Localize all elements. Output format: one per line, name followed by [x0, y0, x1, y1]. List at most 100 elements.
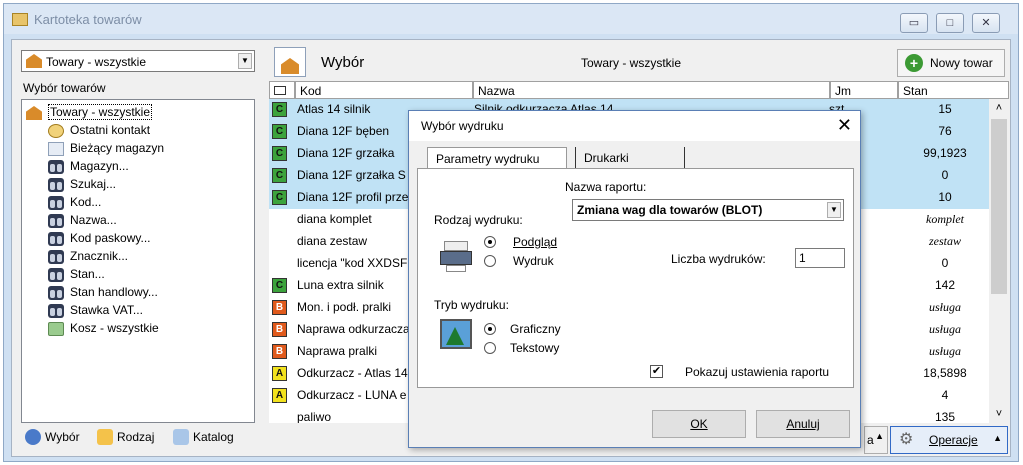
cell-stan: 0 [941, 168, 949, 182]
category-badge: C [272, 278, 287, 293]
category-badge: B [272, 344, 287, 359]
cell-kod: Diana 12F profil prze [297, 190, 409, 204]
scroll-down-icon[interactable]: ˅ [989, 405, 1009, 423]
section-label: Wybór towarów [23, 81, 106, 95]
select-all-icon [274, 86, 286, 95]
cell-stan: usługa [928, 322, 961, 336]
close-icon[interactable]: ✕ [837, 115, 852, 135]
chevron-up-icon: ▲ [993, 433, 1002, 443]
dialog-title-bar: Wybór wydruku ✕ [409, 111, 860, 141]
chevron-down-icon[interactable]: ▼ [827, 202, 841, 218]
column-jm[interactable]: Jm [830, 81, 898, 99]
category-badge: B [272, 322, 287, 337]
binoculars-icon [48, 250, 64, 264]
selection-tree: Towary - wszystkie Ostatni kontakt Bieżą… [21, 99, 255, 423]
ok-button[interactable]: OK [652, 410, 746, 438]
dialog-panel: Nazwa raportu: Zmiana wag dla towarów (B… [417, 168, 854, 388]
category-badge: C [272, 146, 287, 161]
title-bar: Kartoteka towarów ▭ □ ✕ [4, 4, 1018, 34]
cell-kod: Luna extra silnik [297, 278, 384, 292]
cell-kod: Diana 12F grzałka S [297, 168, 406, 182]
report-name-label: Nazwa raportu: [565, 180, 647, 194]
print-label: Wydruk [513, 254, 554, 268]
preview-label: Podgląd [513, 235, 558, 249]
column-stan[interactable]: Stan [898, 81, 1009, 99]
house-icon [26, 54, 42, 68]
print-radio[interactable] [484, 255, 496, 267]
grid-scrollbar[interactable]: ˄ ˅ [989, 99, 1009, 423]
column-nazwa[interactable]: Nazwa [473, 81, 830, 99]
cell-kod: Naprawa pralki [297, 344, 378, 358]
filter-combo-value: Towary - wszystkie [46, 55, 147, 69]
maximize-button[interactable]: □ [936, 13, 964, 33]
category-badge: B [272, 300, 287, 315]
cancel-button[interactable]: Anuluj [756, 410, 850, 438]
report-name-combo[interactable]: Zmiana wag dla towarów (BLOT) ▼ [572, 199, 844, 221]
cell-kod: paliwo [297, 410, 332, 423]
binoculars-icon [48, 286, 64, 300]
graphic-radio[interactable] [484, 323, 496, 335]
window-title: Kartoteka towarów [34, 12, 142, 27]
new-item-button[interactable]: + Nowy towar [897, 49, 1005, 77]
minimize-button[interactable]: ▭ [900, 13, 928, 33]
house-icon [26, 106, 42, 120]
binoculars-icon [48, 304, 64, 318]
cell-stan: 76 [938, 124, 952, 138]
show-settings-checkbox[interactable]: ✔ [650, 365, 663, 378]
cell-kod: diana komplet [297, 212, 372, 226]
plus-icon: + [905, 54, 923, 72]
magnifier-icon [25, 429, 41, 445]
cell-kod: Atlas 14 silnik [297, 102, 371, 116]
operations-button[interactable]: ⚙ Operacje ▲ [890, 426, 1008, 454]
cell-kod: Diana 12F grzałka [297, 146, 395, 160]
picture-icon [440, 319, 472, 349]
print-dialog: Wybór wydruku ✕ Parametry wydruku Drukar… [408, 110, 861, 448]
chevron-down-icon[interactable]: ▼ [238, 53, 252, 69]
filter-combo[interactable]: Towary - wszystkie ▼ [21, 50, 255, 72]
column-kod[interactable]: Kod [295, 81, 473, 99]
show-settings-label: Pokazuj ustawienia raportu [685, 365, 830, 379]
header-label: Wybór [321, 54, 365, 71]
close-button[interactable]: ✕ [972, 13, 1000, 33]
binoculars-icon [48, 196, 64, 210]
cell-kod: diana zestaw [297, 234, 368, 248]
print-count-label: Liczba wydruków: [671, 252, 766, 266]
column-select[interactable] [269, 81, 295, 99]
tab-printers[interactable]: Drukarki [575, 147, 685, 169]
text-radio[interactable] [484, 342, 496, 354]
binoculars-icon [48, 178, 64, 192]
list-icon [274, 47, 306, 77]
printer-icon [440, 241, 472, 273]
grid-icon [48, 142, 64, 156]
binoculars-icon [48, 232, 64, 246]
scroll-up-icon[interactable]: ˄ [989, 99, 1009, 117]
scroll-thumb[interactable] [991, 119, 1007, 294]
category-badge: C [272, 102, 287, 117]
cell-stan: 142 [934, 278, 956, 292]
cell-stan: zestaw [928, 234, 961, 248]
header-center-label: Towary - wszystkie [581, 56, 682, 70]
cell-kod: licencja "kod XXDSF [297, 256, 408, 270]
binoculars-icon [48, 160, 64, 174]
clock-icon [48, 124, 64, 138]
trash-icon [48, 322, 64, 336]
cell-kod: Mon. i podł. pralki [297, 300, 392, 314]
print-type-label: Rodzaj wydruku: [434, 213, 523, 227]
cell-kod: Odkurzacz - Atlas 14 [297, 366, 408, 380]
category-badge: C [272, 168, 287, 183]
small-menu-button[interactable]: a ▲ [864, 426, 888, 454]
folder-icon [173, 429, 189, 445]
app-icon [12, 13, 28, 26]
cell-kod: Naprawa odkurzacza [297, 322, 410, 336]
category-badge: C [272, 124, 287, 139]
cell-kod: Odkurzacz - LUNA e [297, 388, 407, 402]
cell-stan: komplet [926, 212, 964, 226]
tab-print-params[interactable]: Parametry wydruku [427, 147, 567, 169]
preview-radio[interactable] [484, 236, 496, 248]
gear-icon: ⚙ [899, 431, 914, 448]
print-count-input[interactable]: 1 [795, 248, 845, 268]
category-badge: C [272, 190, 287, 205]
cell-stan: usługa [928, 300, 961, 314]
cell-stan: 99,1923 [923, 146, 967, 160]
cell-stan: 18,5898 [923, 366, 967, 380]
